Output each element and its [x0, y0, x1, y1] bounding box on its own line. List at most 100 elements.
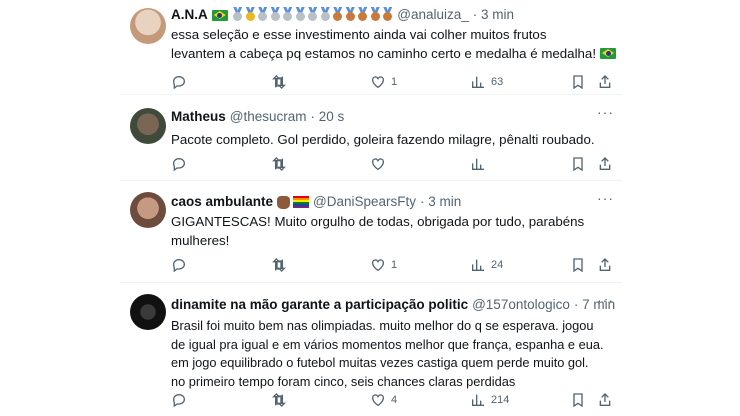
silver-medal-icon: [257, 7, 268, 21]
silver-medal-icon: [307, 7, 318, 21]
tweet[interactable]: ··· caos ambulante @DaniSpearsFty · 3 mi…: [120, 190, 622, 282]
like-button[interactable]: 4: [370, 390, 397, 410]
retweet-icon: [272, 258, 286, 272]
reply-icon: [172, 157, 186, 172]
brazil-flag-icon: [211, 9, 228, 21]
silver-medal-icon: [295, 7, 306, 21]
handle[interactable]: @157ontologico: [472, 296, 570, 314]
rainbow-flag-icon: [293, 196, 310, 208]
tweet-header: dinamite na mão garante a participação p…: [171, 296, 622, 314]
tweet-text: Brasil foi muito bem nas olimpiadas. mui…: [171, 318, 604, 389]
gold-medal-icon: [245, 7, 256, 21]
silver-medal-icon: [270, 7, 281, 21]
timestamp[interactable]: · 7 min: [574, 296, 615, 314]
like-count: 1: [391, 76, 398, 88]
reply-button[interactable]: [171, 255, 187, 275]
bookmark-button[interactable]: [570, 154, 586, 174]
tweet-actions: 1 63: [120, 72, 622, 92]
views-button[interactable]: 214: [470, 390, 509, 410]
bookmark-button[interactable]: [570, 255, 586, 275]
views-icon: [472, 259, 484, 271]
handle[interactable]: @thesucram: [230, 108, 307, 126]
like-button[interactable]: [370, 154, 386, 174]
tweet[interactable]: ··· Matheus @thesucram · 20 s Pacote com…: [120, 104, 622, 180]
views-icon: [472, 394, 484, 406]
retweet-button[interactable]: [271, 72, 287, 92]
views-button[interactable]: [470, 154, 486, 174]
display-name[interactable]: dinamite na mão garante a participação p…: [171, 296, 468, 314]
retweet-icon: [272, 75, 286, 89]
handle[interactable]: @DaniSpearsFty: [313, 193, 416, 211]
display-name[interactable]: Matheus: [171, 108, 226, 126]
separator: [120, 94, 622, 95]
bookmark-button[interactable]: [570, 390, 586, 410]
views-button[interactable]: 63: [470, 72, 503, 92]
tweet-actions: [120, 154, 622, 174]
timestamp[interactable]: · 3 min: [473, 6, 514, 24]
share-icon: [599, 393, 611, 406]
share-button[interactable]: [597, 390, 613, 410]
retweet-button[interactable]: [271, 154, 287, 174]
timestamp[interactable]: · 3 min: [420, 193, 461, 211]
reply-button[interactable]: [171, 390, 187, 410]
raised-fist-icon: [277, 195, 291, 209]
tweet[interactable]: A.N.A @analuiza_ · 3 min essa seleção e …: [120, 6, 622, 94]
reply-icon: [172, 75, 186, 90]
tweet-header: A.N.A @analuiza_ · 3 min: [171, 6, 622, 24]
bookmark-icon: [573, 393, 583, 408]
views-icon: [472, 76, 484, 88]
tweet-actions: 1 24: [120, 255, 622, 275]
display-name[interactable]: A.N.A: [171, 6, 208, 24]
tweet-text-content: essa seleção e esse investimento ainda v…: [171, 27, 597, 61]
reply-button[interactable]: [171, 154, 187, 174]
bookmark-icon: [573, 75, 583, 90]
tweet-header: Matheus @thesucram · 20 s: [171, 108, 622, 126]
share-icon: [599, 75, 611, 88]
separator: [120, 282, 622, 283]
share-button[interactable]: [597, 255, 613, 275]
brazil-flag-icon: [600, 47, 617, 59]
like-icon: [372, 259, 384, 272]
view-count: 63: [491, 76, 504, 88]
reply-icon: [172, 393, 186, 408]
retweet-button[interactable]: [271, 390, 287, 410]
handle[interactable]: @analuiza_: [397, 6, 469, 24]
tweet-text: essa seleção e esse investimento ainda v…: [171, 26, 622, 63]
tweet[interactable]: ··· dinamite na mão garante a participaç…: [120, 292, 622, 416]
silver-medal-icon: [282, 7, 293, 21]
medals-emoji-row: [231, 6, 394, 24]
avatar[interactable]: [130, 192, 166, 228]
tweet-text: Pacote completo. Gol perdido, goleira fa…: [171, 132, 595, 147]
timestamp[interactable]: · 20 s: [311, 108, 345, 126]
share-button[interactable]: [597, 72, 613, 92]
bronze-medal-icon: [345, 7, 356, 21]
view-count: 214: [491, 394, 510, 406]
avatar[interactable]: [130, 294, 166, 330]
like-button[interactable]: 1: [370, 72, 397, 92]
share-icon: [599, 157, 611, 170]
bookmark-icon: [573, 258, 583, 273]
view-count: 24: [491, 259, 504, 271]
share-button[interactable]: [597, 154, 613, 174]
silver-medal-icon: [232, 7, 243, 21]
tweet-header: caos ambulante @DaniSpearsFty · 3 min: [171, 193, 622, 211]
retweet-icon: [272, 393, 286, 407]
avatar[interactable]: [130, 108, 166, 144]
like-count: 1: [391, 259, 398, 271]
like-button[interactable]: 1: [370, 255, 397, 275]
bookmark-icon: [573, 157, 583, 172]
like-icon: [372, 394, 384, 407]
retweet-icon: [272, 157, 286, 171]
retweet-button[interactable]: [271, 255, 287, 275]
bronze-medal-icon: [332, 7, 343, 21]
display-name[interactable]: caos ambulante: [171, 193, 273, 211]
avatar[interactable]: [130, 8, 166, 44]
bookmark-button[interactable]: [570, 72, 586, 92]
views-button[interactable]: 24: [470, 255, 503, 275]
bronze-medal-icon: [370, 7, 381, 21]
bronze-medal-icon: [357, 7, 368, 21]
silver-medal-icon: [320, 7, 331, 21]
reply-button[interactable]: [171, 72, 187, 92]
reply-icon: [172, 258, 186, 273]
bronze-medal-icon: [382, 7, 393, 21]
